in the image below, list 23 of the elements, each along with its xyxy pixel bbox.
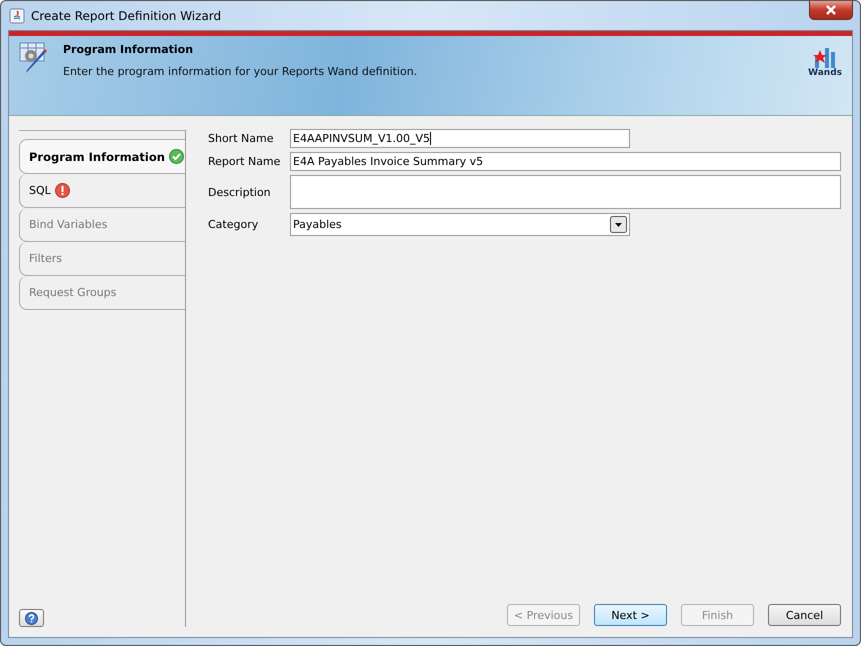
category-dropdown[interactable]: Payables — [290, 213, 630, 236]
dropdown-icon — [610, 216, 627, 233]
close-icon — [825, 5, 837, 15]
text-field[interactable]: E4A Payables Invoice Summary v5 — [290, 152, 841, 171]
header-title: Program Information — [63, 43, 194, 56]
window-title: Create Report Definition Wizard — [31, 8, 222, 22]
text-field[interactable]: E4AAPINVSUM_V1.00_V5 — [290, 129, 630, 148]
wizard-button[interactable]: Cancel — [768, 604, 841, 626]
text-area[interactable] — [290, 175, 841, 209]
app-icon — [9, 8, 25, 24]
field-label: Short Name — [208, 132, 274, 145]
help-icon — [25, 612, 38, 624]
wizard-button[interactable]: Next > — [594, 604, 667, 626]
step-tab[interactable]: SQL — [19, 174, 185, 208]
settings-pencil-icon — [19, 42, 49, 74]
header-subtitle: Enter the program information for your Reports Wand definition. — [63, 65, 418, 78]
step-tab[interactable]: Program Information — [19, 139, 185, 174]
field-label: Category — [208, 218, 260, 231]
close-button[interactable] — [809, 1, 853, 20]
field-label: Description — [208, 186, 272, 198]
help-button[interactable] — [19, 609, 44, 627]
logo-text: Wands — [808, 68, 842, 78]
field-label: Report Name — [208, 155, 282, 168]
